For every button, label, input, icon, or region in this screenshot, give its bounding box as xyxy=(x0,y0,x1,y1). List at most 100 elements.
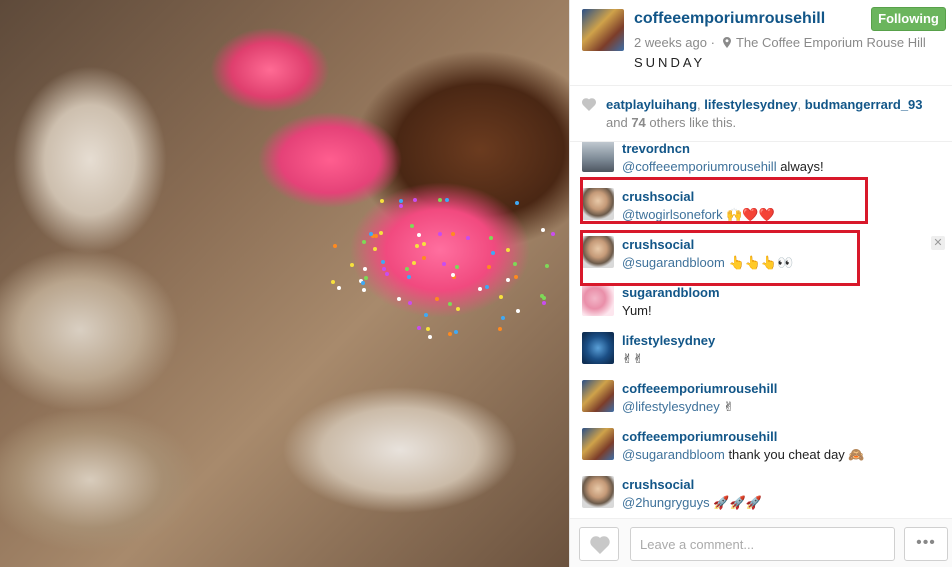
post-caption: SUNDAY xyxy=(634,55,706,70)
post-header: coffeeemporiumrousehill 2 weeks ago · Th… xyxy=(570,0,952,86)
liker-link[interactable]: budmangerrard_93 xyxy=(805,97,923,112)
comment-mention[interactable]: @sugarandbloom xyxy=(622,447,725,462)
following-button[interactable]: Following xyxy=(871,7,946,31)
comment-text: Yum! xyxy=(622,303,652,318)
photo-sprinkle xyxy=(373,247,378,252)
photo-sprinkle xyxy=(456,307,461,312)
photo-sprinkle xyxy=(516,308,521,313)
likes-section: eatplayluihang, lifestylesydney, budmang… xyxy=(570,87,952,142)
photo-sprinkle xyxy=(399,199,404,204)
comment-body: 🚀🚀🚀 xyxy=(709,495,762,510)
comment-text: @2hungryguys 🚀🚀🚀 xyxy=(622,495,762,511)
post-panel: coffeeemporiumrousehill 2 weeks ago · Th… xyxy=(569,0,952,567)
commenter-avatar[interactable] xyxy=(582,142,614,172)
photo-sprinkle xyxy=(337,286,342,291)
photo-sprinkle xyxy=(385,272,389,277)
photo-sprinkle xyxy=(379,199,384,204)
post-photo[interactable] xyxy=(0,0,569,567)
commenter-username[interactable]: crushsocial xyxy=(622,477,694,492)
photo-sprinkle xyxy=(540,228,545,233)
liker-link[interactable]: eatplayluihang xyxy=(606,97,697,112)
photo-sprinkle xyxy=(455,265,460,270)
photo-sprinkle xyxy=(438,198,443,203)
commenter-avatar[interactable] xyxy=(582,428,614,460)
photo-sprinkle xyxy=(414,244,419,249)
photo-sprinkle xyxy=(545,263,550,268)
meta-separator: · xyxy=(710,35,715,50)
commenter-username[interactable]: trevordncn xyxy=(622,142,690,156)
commenter-avatar[interactable] xyxy=(582,284,614,316)
photo-sprinkle xyxy=(438,232,443,237)
photo-sprinkle xyxy=(498,295,503,300)
author-username[interactable]: coffeeemporiumrousehill xyxy=(634,10,825,28)
commenter-username[interactable]: coffeeemporiumrousehill xyxy=(622,381,777,396)
photo-sprinkle xyxy=(424,312,429,317)
liker-separator: , xyxy=(797,97,802,112)
photo-sprinkle xyxy=(378,230,383,235)
photo-sprinkle xyxy=(434,297,439,302)
comment-body: thank you cheat day 🙈 xyxy=(724,447,865,462)
likers-list: eatplayluihang, lifestylesydney, budmang… xyxy=(606,97,923,112)
photo-sprinkle xyxy=(397,296,402,301)
photo-sprinkle xyxy=(427,334,432,339)
photo-sprinkle xyxy=(441,261,446,266)
highlight-box xyxy=(580,230,860,286)
others-and-label: and xyxy=(606,115,628,130)
photo-sprinkle xyxy=(409,224,414,228)
photo-sprinkle xyxy=(448,332,453,337)
photo-sprinkle xyxy=(514,274,519,279)
comments-list[interactable]: trevordncn @coffeeemporiumrousehill alwa… xyxy=(570,142,952,518)
photo-sprinkle xyxy=(412,260,417,265)
commenter-username[interactable]: sugarandbloom xyxy=(622,285,720,300)
heart-icon xyxy=(590,536,610,554)
highlight-box xyxy=(580,177,868,224)
photo-sprinkle xyxy=(417,233,422,237)
photo-sprinkle xyxy=(361,240,366,245)
comment-footer: ••• xyxy=(570,518,952,567)
photo-sprinkle xyxy=(486,264,491,269)
post-location[interactable]: The Coffee Emporium Rouse Hill xyxy=(736,35,926,50)
photo-sprinkle xyxy=(405,267,410,272)
photo-sprinkle xyxy=(421,242,426,247)
like-button[interactable] xyxy=(579,527,619,561)
post-time[interactable]: 2 weeks ago xyxy=(634,35,707,50)
photo-sprinkle xyxy=(542,295,547,300)
photo-sprinkle xyxy=(514,201,519,206)
comment-body: ✌✌ xyxy=(622,351,644,366)
comment-body: Yum! xyxy=(622,303,652,318)
commenter-avatar[interactable] xyxy=(582,476,614,508)
comment-body: always! xyxy=(776,159,824,174)
photo-sprinkle xyxy=(399,203,404,208)
others-count[interactable]: 74 xyxy=(631,115,645,130)
commenter-username[interactable]: coffeeemporiumrousehill xyxy=(622,429,777,444)
comment-item: coffeeemporiumrousehill @sugarandbloom t… xyxy=(570,424,952,472)
comment-item: crushsocial @2hungryguys 🚀🚀🚀 xyxy=(570,472,952,518)
comment-text: @lifestylesydney ✌ xyxy=(622,399,734,415)
comment-text: @coffeeemporiumrousehill always! xyxy=(622,159,824,174)
commenter-avatar[interactable] xyxy=(582,380,614,412)
photo-sprinkle xyxy=(362,266,367,271)
photo-sprinkle xyxy=(477,287,482,292)
comment-mention[interactable]: @lifestylesydney xyxy=(622,399,720,414)
comment-mention[interactable]: @coffeeemporiumrousehill xyxy=(622,159,777,174)
close-icon[interactable]: ✕ xyxy=(931,236,945,250)
comment-body: ✌ xyxy=(719,399,735,414)
more-options-icon[interactable]: ••• xyxy=(904,527,948,561)
photo-sprinkle xyxy=(413,198,418,202)
photo-sprinkle xyxy=(541,300,546,305)
comment-input[interactable] xyxy=(630,527,895,561)
photo-sprinkle xyxy=(422,255,427,260)
commenter-avatar[interactable] xyxy=(582,332,614,364)
commenter-username[interactable]: lifestylesydney xyxy=(622,333,715,348)
comment-mention[interactable]: @2hungryguys xyxy=(622,495,710,510)
comment-item: coffeeemporiumrousehill @lifestylesydney… xyxy=(570,376,952,424)
photo-sprinkle xyxy=(407,274,412,279)
comment-text: @sugarandbloom thank you cheat day 🙈 xyxy=(622,447,865,463)
photo-sprinkle xyxy=(453,329,458,334)
photo-sprinkle xyxy=(448,301,453,306)
photo-sprinkle xyxy=(361,280,366,285)
photo-sprinkle xyxy=(445,197,450,202)
photo-sprinkle xyxy=(426,326,431,331)
author-avatar[interactable] xyxy=(582,9,624,51)
liker-link[interactable]: lifestylesydney xyxy=(704,97,797,112)
